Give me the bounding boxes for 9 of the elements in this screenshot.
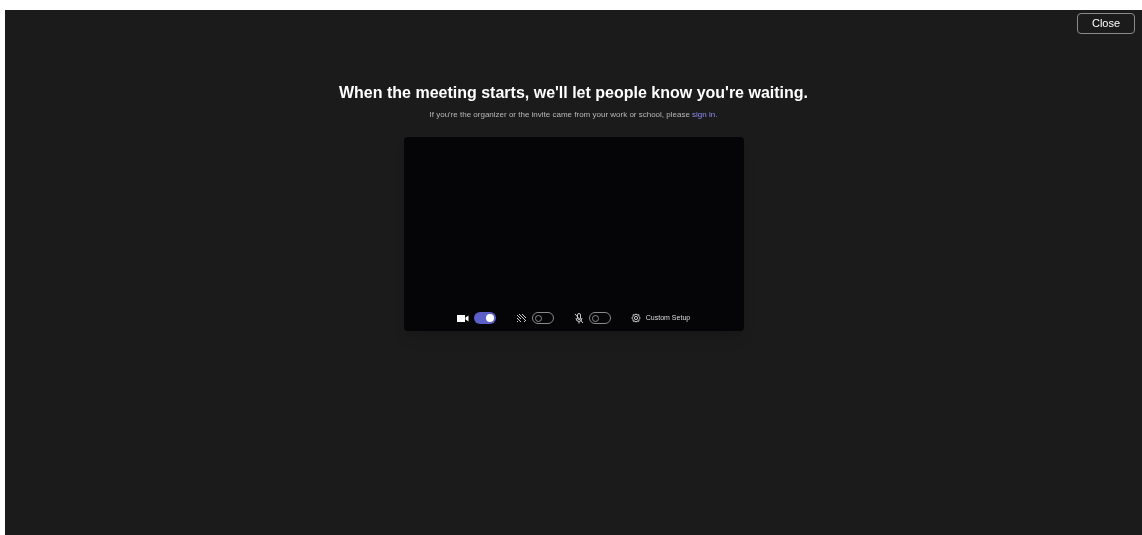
heading: When the meeting starts, we'll let people know you're waiting. [339,83,808,103]
subtext: If you're the organizer or the invite came from your work or school, please sign in. [429,109,718,121]
close-button[interactable]: Close [1077,13,1135,34]
mic-off-icon [573,312,584,324]
camera-icon [456,313,469,323]
blur-icon [515,313,527,323]
toggle-switch[interactable] [473,312,496,324]
settings-icon [630,313,641,323]
sign-in-link[interactable]: sign in. [692,110,718,119]
